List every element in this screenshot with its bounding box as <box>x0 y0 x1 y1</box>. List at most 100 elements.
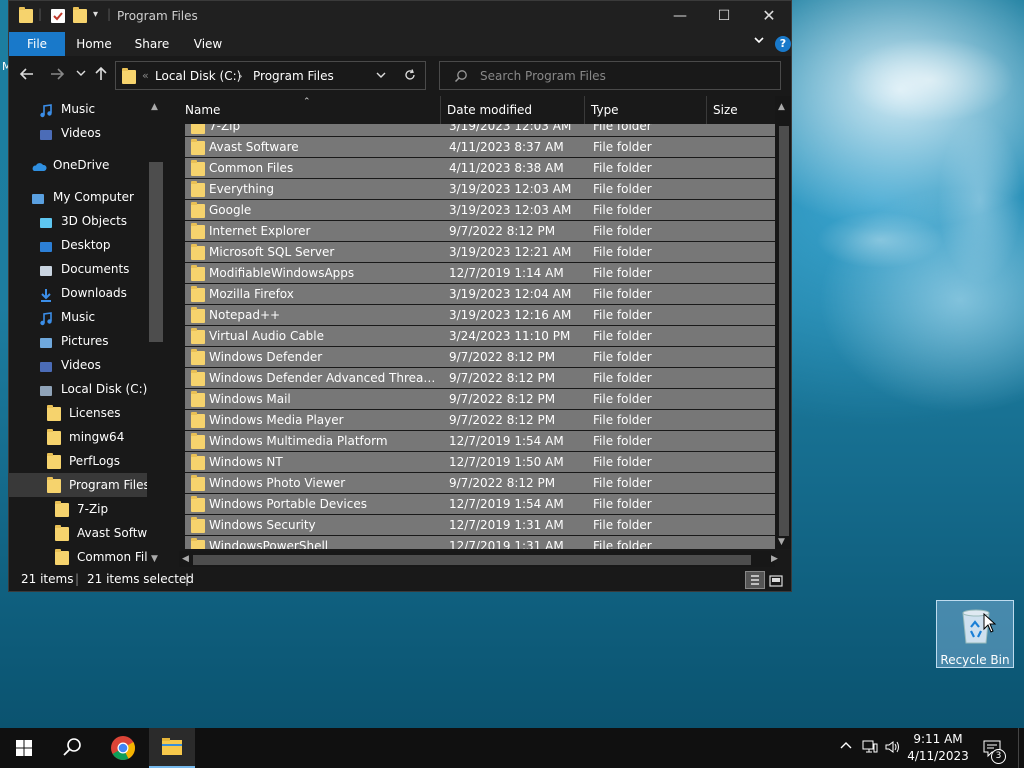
table-row[interactable]: Common Files 4/11/2023 8:38 AM File folder <box>185 157 775 178</box>
sidebar-item[interactable]: Videos <box>9 353 147 377</box>
nav-scroll-thumb[interactable] <box>149 162 163 342</box>
table-row[interactable]: Windows Mail 9/7/2022 8:12 PM File folder <box>185 388 775 409</box>
table-row[interactable]: Windows NT 12/7/2019 1:50 AM File folder <box>185 451 775 472</box>
sidebar-item[interactable]: Videos <box>9 121 147 145</box>
table-row[interactable]: Internet Explorer 9/7/2022 8:12 PM File fo… <box>185 220 775 241</box>
file-name: Windows Portable Devices <box>209 497 367 511</box>
table-row[interactable]: Microsoft SQL Server 3/19/2023 12:21 AM Fi… <box>185 241 775 262</box>
show-hidden-icons-icon[interactable] <box>840 740 852 756</box>
details-view-icon[interactable] <box>745 571 765 589</box>
clock[interactable]: 9:11 AM 4/11/2023 <box>906 731 970 765</box>
mouse-cursor-icon <box>983 612 997 636</box>
scroll-down-icon[interactable]: ▼ <box>151 554 158 564</box>
help-icon[interactable]: ? <box>775 36 791 52</box>
breadcrumb-program-files[interactable]: Program Files <box>253 69 334 83</box>
tab-home[interactable]: Home <box>71 32 117 56</box>
tab-file[interactable]: File <box>9 32 65 56</box>
network-icon[interactable] <box>862 740 878 758</box>
sidebar-item[interactable]: 3D Objects <box>9 209 147 233</box>
sidebar-item[interactable]: 7-Zip <box>9 497 147 521</box>
sidebar-item[interactable]: OneDrive <box>9 153 147 177</box>
table-row[interactable]: Everything 3/19/2023 12:03 AM File folder <box>185 178 775 199</box>
folder-icon <box>191 160 205 176</box>
sidebar-item[interactable]: Downloads <box>9 281 147 305</box>
title-bar[interactable]: | ▾ | Program Files — ☐ ✕ <box>9 1 791 32</box>
scroll-up-icon[interactable]: ▲ <box>778 102 785 112</box>
new-folder-icon[interactable] <box>73 7 87 25</box>
up-button[interactable] <box>91 66 111 86</box>
sidebar-item[interactable]: Program Files <box>9 473 147 497</box>
table-row[interactable]: Windows Security 12/7/2019 1:31 AM File fo… <box>185 514 775 535</box>
folder-icon <box>191 349 205 365</box>
scroll-up-icon[interactable]: ▲ <box>151 102 158 112</box>
table-row[interactable]: Mozilla Firefox 3/19/2023 12:04 AM File fo… <box>185 283 775 304</box>
sidebar-item[interactable]: Music <box>9 97 147 121</box>
search-input[interactable]: Search Program Files <box>480 69 606 83</box>
sidebar-item[interactable]: Documents <box>9 257 147 281</box>
table-row[interactable]: Windows Defender Advanced Threat Prot...… <box>185 367 775 388</box>
large-icons-view-icon[interactable] <box>769 572 783 596</box>
customize-quick-access-icon[interactable]: ▾ <box>93 9 98 27</box>
show-desktop-button[interactable] <box>1018 728 1024 768</box>
recycle-bin-shortcut[interactable]: Recycle Bin <box>936 600 1014 668</box>
file-type: File folder <box>593 539 652 549</box>
sidebar-item[interactable]: Avast Softwar <box>9 521 147 545</box>
column-header-date[interactable]: Date modified <box>441 96 585 124</box>
table-row[interactable]: ModifiableWindowsApps 12/7/2019 1:14 AM Fi… <box>185 262 775 283</box>
sidebar-item[interactable]: Desktop <box>9 233 147 257</box>
close-button[interactable]: ✕ <box>746 1 792 32</box>
breadcrumb-separator-icon: › <box>238 69 243 83</box>
sidebar-item[interactable]: My Computer <box>9 185 147 209</box>
table-row[interactable]: Notepad++ 3/19/2023 12:16 AM File folder <box>185 304 775 325</box>
search-box[interactable]: Search Program Files <box>439 61 781 90</box>
file-type: File folder <box>593 350 652 364</box>
tab-share[interactable]: Share <box>129 32 175 56</box>
horizontal-scroll-thumb[interactable] <box>193 555 751 565</box>
sidebar-item[interactable]: Music <box>9 305 147 329</box>
vertical-scroll-thumb[interactable] <box>779 126 789 536</box>
table-row[interactable]: Windows Portable Devices 12/7/2019 1:54 A… <box>185 493 775 514</box>
table-row[interactable]: Windows Photo Viewer 9/7/2022 8:12 PM File… <box>185 472 775 493</box>
maximize-button[interactable]: ☐ <box>701 1 747 32</box>
volume-icon[interactable] <box>885 740 901 758</box>
table-row[interactable]: Windows Multimedia Platform 12/7/2019 1:5… <box>185 430 775 451</box>
scroll-down-icon[interactable]: ▼ <box>778 537 785 547</box>
search-taskbar-button[interactable] <box>48 728 96 768</box>
sidebar-item[interactable]: Common File <box>9 545 147 567</box>
minimize-button[interactable]: — <box>657 1 703 32</box>
start-button[interactable] <box>0 728 48 768</box>
column-header-size[interactable]: Size <box>707 96 775 124</box>
sidebar-item[interactable]: Pictures <box>9 329 147 353</box>
sidebar-item[interactable]: mingw64 <box>9 425 147 449</box>
file-explorer-taskbar-button[interactable] <box>149 728 195 768</box>
address-history-icon[interactable] <box>376 69 386 83</box>
recent-locations-icon[interactable] <box>71 66 91 86</box>
chrome-taskbar-button[interactable] <box>98 728 146 768</box>
folder-icon <box>122 68 136 84</box>
address-bar[interactable]: « Local Disk (C:) › Program Files <box>115 61 426 90</box>
tab-view[interactable]: View <box>185 32 231 56</box>
table-row[interactable]: Avast Software 4/11/2023 8:37 AM File fold… <box>185 136 775 157</box>
column-header-type[interactable]: Type <box>585 96 707 124</box>
sidebar-item[interactable]: Local Disk (C:) <box>9 377 147 401</box>
table-row[interactable]: 7-Zip 3/19/2023 12:03 AM File folder <box>185 124 775 136</box>
file-explorer-window[interactable]: | ▾ | Program Files — ☐ ✕ File Home Shar… <box>8 0 792 592</box>
sidebar-item[interactable]: PerfLogs <box>9 449 147 473</box>
table-row[interactable]: Virtual Audio Cable 3/24/2023 11:10 PM Fil… <box>185 325 775 346</box>
column-header-name[interactable]: Name ⌃ <box>179 96 441 124</box>
forward-button[interactable] <box>47 66 67 86</box>
breadcrumb-local-disk[interactable]: Local Disk (C:) <box>155 69 241 83</box>
back-button[interactable] <box>17 66 37 86</box>
properties-icon[interactable] <box>51 9 65 23</box>
expand-ribbon-icon[interactable] <box>753 34 765 49</box>
table-row[interactable]: Google 3/19/2023 12:03 AM File folder <box>185 199 775 220</box>
table-row[interactable]: WindowsPowerShell 12/7/2019 1:31 AM File f… <box>185 535 775 549</box>
table-row[interactable]: Windows Defender 9/7/2022 8:12 PM File fol… <box>185 346 775 367</box>
file-type: File folder <box>593 497 652 511</box>
refresh-icon[interactable] <box>404 69 416 84</box>
scroll-right-icon[interactable]: ▶ <box>771 554 778 564</box>
sidebar-item[interactable]: Licenses <box>9 401 147 425</box>
scroll-left-icon[interactable]: ◀ <box>182 554 189 564</box>
address-overflow[interactable]: « <box>142 69 149 82</box>
table-row[interactable]: Windows Media Player 9/7/2022 8:12 PM File… <box>185 409 775 430</box>
